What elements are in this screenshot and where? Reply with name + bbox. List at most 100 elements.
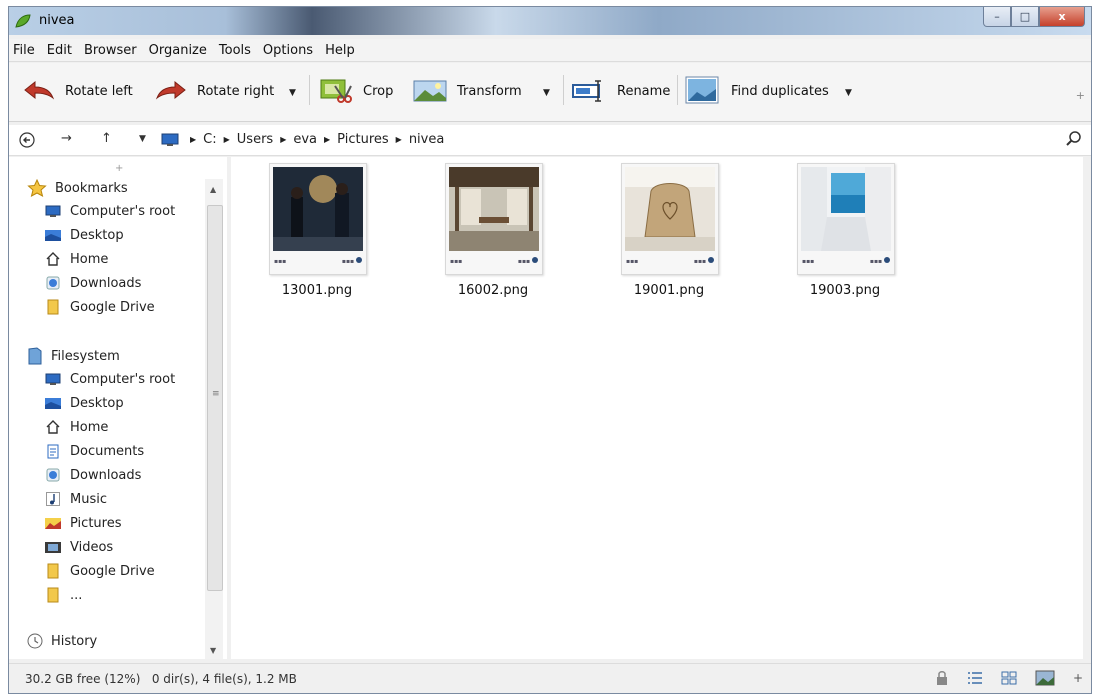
sidebar-item-desktop[interactable]: Desktop [45, 393, 124, 413]
menu-organize[interactable]: Organize [143, 43, 213, 58]
menu-bar: File Edit Browser Organize Tools Options… [9, 39, 1091, 62]
sidebar-item-computers-root[interactable]: Computer's root [45, 369, 175, 389]
breadcrumb-item[interactable]: nivea [409, 132, 445, 147]
folder-icon [45, 587, 61, 603]
home-icon [45, 252, 61, 266]
breadcrumb-item[interactable]: Users [237, 132, 273, 147]
file-name: 19001.png [633, 283, 705, 298]
sidebar-item-computers-root[interactable]: Computer's root [45, 201, 175, 221]
folder-icon [45, 299, 61, 315]
clock-icon [27, 633, 43, 649]
toolbar-add-button[interactable]: + [1076, 89, 1085, 102]
sidebar-item-home[interactable]: Home [45, 417, 108, 437]
breadcrumb-item[interactable]: eva [293, 132, 317, 147]
scroll-down-arrow[interactable]: ▼ [210, 646, 216, 655]
rename-button[interactable]: Rename [571, 73, 670, 109]
window-title: nivea [39, 13, 75, 28]
transform-icon [413, 80, 447, 102]
find-duplicates-icon [685, 76, 719, 104]
grip-icon: ≡ [212, 389, 220, 399]
history-header[interactable]: History [27, 633, 97, 649]
up-icon[interactable]: ↑ [101, 131, 112, 146]
sidebar-item-google-drive[interactable]: Google Drive [45, 561, 155, 581]
menu-file[interactable]: File [9, 43, 41, 58]
rename-icon [572, 80, 601, 102]
toolbar: Rotate left Rotate right ▼ Crop Transfor… [9, 63, 1091, 122]
app-leaf-icon [15, 14, 31, 28]
toolbar-separator [309, 75, 310, 105]
breadcrumb: ▶ C: ▶ Users ▶ eva ▶ Pictures ▶ nivea [161, 132, 444, 147]
maximize-button[interactable]: □ [1011, 7, 1039, 27]
lock-icon[interactable] [935, 670, 949, 686]
title-bar[interactable]: nivea – □ x [9, 7, 1091, 35]
minimize-button[interactable]: – [983, 7, 1011, 27]
sidebar-item-desktop[interactable]: Desktop [45, 225, 124, 245]
filesystem-header[interactable]: Filesystem [27, 347, 120, 365]
status-bar: 30.2 GB free (12%) 0 dir(s), 4 file(s), … [9, 663, 1091, 693]
preview-view-icon[interactable] [1035, 670, 1055, 686]
image-preview [273, 167, 363, 251]
menu-edit[interactable]: Edit [41, 43, 78, 58]
app-window: nivea – □ x File Edit Browser Organize T… [8, 6, 1092, 694]
rotate-dropdown-arrow[interactable]: ▼ [289, 88, 296, 98]
scrollbar-thumb[interactable]: ≡ [207, 205, 223, 591]
breadcrumb-item[interactable]: Pictures [337, 132, 388, 147]
menu-browser[interactable]: Browser [78, 43, 143, 58]
sidebar-add-button[interactable]: + [115, 163, 123, 174]
sidebar-item-music[interactable]: Music [45, 489, 107, 509]
window-controls: – □ x [983, 7, 1085, 29]
desktop-icon [45, 228, 61, 242]
transform-button[interactable]: Transform [413, 73, 522, 109]
transform-label: Transform [457, 83, 522, 99]
sidebar-item-downloads[interactable]: Downloads [45, 465, 141, 485]
find-duplicates-label: Find duplicates [731, 83, 829, 99]
image-preview [801, 167, 891, 251]
sidebar-item-more[interactable]: ... [45, 585, 82, 605]
sidebar-item-pictures[interactable]: Pictures [45, 513, 121, 533]
menu-help[interactable]: Help [319, 43, 361, 58]
sidebar-item-google-drive[interactable]: Google Drive [45, 297, 155, 317]
videos-icon [45, 540, 61, 554]
history-dropdown-arrow[interactable]: ▼ [139, 134, 146, 144]
filesystem-icon [28, 347, 42, 365]
sidebar-scrollbar[interactable]: ▲ ≡ ▼ [205, 179, 223, 659]
file-name: 16002.png [457, 283, 529, 298]
bookmarks-header[interactable]: Bookmarks [27, 179, 128, 197]
toolbar-separator [563, 75, 564, 105]
scroll-up-arrow[interactable]: ▲ [210, 185, 216, 194]
thumbnails-view-icon[interactable] [1001, 671, 1017, 685]
image-preview [625, 167, 715, 251]
toolbar-separator [677, 75, 678, 105]
menu-options[interactable]: Options [257, 43, 319, 58]
rename-label: Rename [617, 83, 671, 99]
forward-icon[interactable]: → [61, 131, 72, 146]
downloads-icon [45, 276, 61, 290]
close-button[interactable]: x [1039, 7, 1085, 27]
sidebar-item-videos[interactable]: Videos [45, 537, 113, 557]
computer-icon [161, 133, 179, 146]
rotate-left-label: Rotate left [65, 83, 133, 99]
statusbar-add-button[interactable]: + [1073, 671, 1083, 685]
crop-button[interactable]: Crop [317, 73, 393, 109]
rotate-right-button[interactable]: Rotate right [155, 73, 274, 109]
details-view-icon[interactable] [967, 671, 983, 685]
downloads-icon [45, 468, 61, 482]
star-icon [27, 179, 47, 197]
computer-icon [45, 372, 61, 386]
breadcrumb-item[interactable]: C: [203, 132, 216, 147]
find-duplicates-button[interactable]: Find duplicates [685, 73, 829, 109]
back-icon[interactable] [19, 132, 35, 148]
rotate-left-button[interactable]: Rotate left [23, 73, 133, 109]
file-name: 13001.png [281, 283, 353, 298]
sidebar-item-documents[interactable]: Documents [45, 441, 144, 461]
home-icon [45, 420, 61, 434]
desktop-icon [45, 396, 61, 410]
menu-tools[interactable]: Tools [213, 43, 257, 58]
transform-dropdown-arrow[interactable]: ▼ [543, 88, 550, 98]
find-duplicates-dropdown-arrow[interactable]: ▼ [845, 88, 852, 98]
sidebar-item-home[interactable]: Home [45, 249, 108, 269]
search-icon[interactable] [1065, 130, 1083, 148]
address-bar: → ↑ ▼ ▶ C: ▶ Users ▶ eva ▶ Pictures ▶ ni… [9, 125, 1091, 156]
sidebar: + Bookmarks Computer's root Desktop Home… [9, 157, 227, 659]
sidebar-item-downloads[interactable]: Downloads [45, 273, 141, 293]
